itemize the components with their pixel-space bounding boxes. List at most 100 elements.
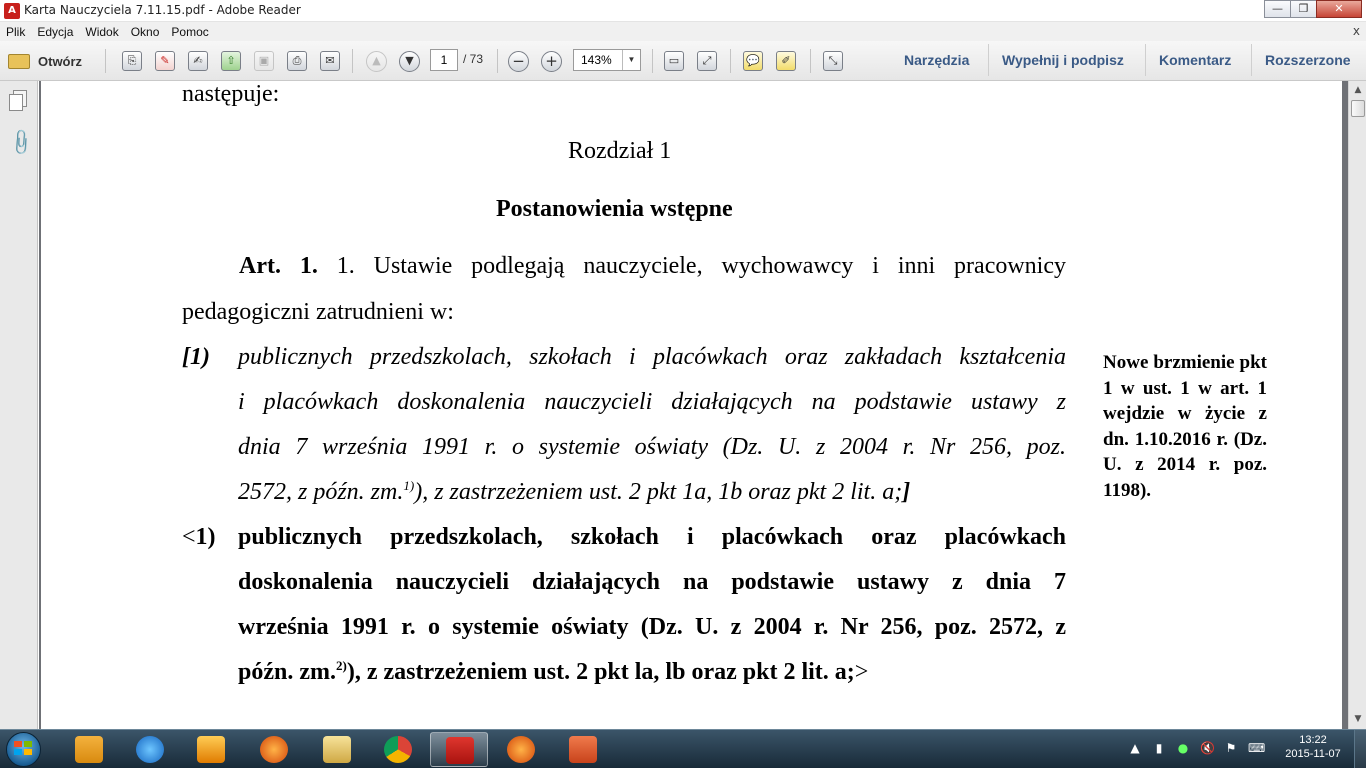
window-controls: — ❐ ✕ xyxy=(1264,0,1362,19)
powerpoint-icon xyxy=(569,736,597,763)
network-signal-icon[interactable]: ▮ xyxy=(1152,741,1166,755)
chrome-icon xyxy=(384,736,412,763)
side-note: Nowe brzmienie pkt 1 w ust. 1 w art. 1 w… xyxy=(1103,352,1267,501)
toolbar-divider xyxy=(1251,44,1252,76)
fit-page-icon[interactable]: ▭ xyxy=(664,51,684,71)
menu-item-widok[interactable]: Widok xyxy=(85,25,118,39)
print-icon[interactable]: ⎙ xyxy=(287,51,307,71)
upload-cloud-icon[interactable]: ⇧ xyxy=(221,51,241,71)
email-icon[interactable]: ✉ xyxy=(320,51,340,71)
comment-icon[interactable]: 💬 xyxy=(743,51,763,71)
text-line: następuje: xyxy=(182,81,280,107)
page-up-icon[interactable]: ▲ xyxy=(366,51,387,72)
keyboard-layout-icon[interactable]: ⌨ xyxy=(1248,741,1265,755)
file-explorer-icon xyxy=(323,736,351,763)
show-desktop-button[interactable] xyxy=(1354,730,1366,768)
comment-button[interactable]: Komentarz xyxy=(1159,52,1231,68)
highlight-icon[interactable]: ✐ xyxy=(776,51,796,71)
close-button[interactable]: ✕ xyxy=(1316,0,1362,18)
taskbar-outlook[interactable] xyxy=(60,732,118,767)
edit-pdf-icon[interactable]: ✎ xyxy=(155,51,175,71)
adobe-reader-icon xyxy=(446,737,474,764)
menu-item-pomoc[interactable]: Pomoc xyxy=(171,25,208,39)
menu-item-plik[interactable]: Plik xyxy=(6,25,25,39)
document-view[interactable]: następuje: Rozdział 1 Postanowienia wstę… xyxy=(39,81,1348,729)
open-button[interactable]: Otwórz xyxy=(8,50,82,72)
pdf-page: następuje: Rozdział 1 Postanowienia wstę… xyxy=(41,81,1342,729)
minimize-button[interactable]: — xyxy=(1264,0,1291,18)
menu-item-okno[interactable]: Okno xyxy=(131,25,160,39)
page-total: / 73 xyxy=(463,52,484,66)
fullscreen-icon[interactable]: ⤡ xyxy=(823,51,843,71)
volume-muted-icon[interactable]: 🔇 xyxy=(1200,741,1215,755)
firefox-icon-2 xyxy=(507,736,535,763)
taskbar-firefox-2[interactable] xyxy=(492,732,550,767)
chapter-title: Postanowienia wstępne xyxy=(496,196,733,222)
old-point-marker: [1) xyxy=(182,344,210,370)
folder-icon xyxy=(8,53,30,69)
toolbar-divider xyxy=(810,49,811,73)
media-player-icon xyxy=(197,736,225,763)
taskbar: ▲ ▮ ● 🔇 ⚑ ⌨ xyxy=(0,729,1366,768)
old-text-line: i placówkach doskonalenia nauczycieli dz… xyxy=(238,389,1066,415)
scrollbar-thumb[interactable] xyxy=(1351,100,1365,117)
windows-logo-icon xyxy=(14,741,33,756)
taskbar-chrome[interactable] xyxy=(369,732,427,767)
toolbar-divider xyxy=(988,44,989,76)
menu-bar: Plik Edycja Widok Okno Pomoc x xyxy=(0,22,1366,41)
outlook-icon xyxy=(75,736,103,763)
page-number-input[interactable]: 1 xyxy=(430,49,458,71)
taskbar-adobe-reader[interactable] xyxy=(430,732,488,767)
zoom-value: 143% xyxy=(581,53,612,67)
document-close-button[interactable]: x xyxy=(1353,24,1360,38)
scroll-down-icon[interactable]: ▼ xyxy=(1352,713,1364,725)
new-text-line: późn. zm.2)), z zastrzeżeniem ust. 2 pkt… xyxy=(238,658,869,685)
zoom-out-icon[interactable]: − xyxy=(508,51,529,72)
scroll-up-icon[interactable]: ▲ xyxy=(1352,84,1364,96)
vertical-scrollbar[interactable]: ▲ ▼ xyxy=(1348,81,1366,729)
taskbar-powerpoint[interactable] xyxy=(554,732,612,767)
menu-item-edycja[interactable]: Edycja xyxy=(37,25,73,39)
page-thumbnails-icon[interactable] xyxy=(9,90,29,112)
show-hidden-icons[interactable]: ▲ xyxy=(1128,741,1142,755)
new-text-line: publicznych przedszkolach, szkołach i pl… xyxy=(238,524,1066,550)
adobe-reader-app-icon[interactable]: A xyxy=(4,3,20,19)
action-center-icon[interactable]: ⚑ xyxy=(1224,741,1238,755)
fill-sign-button[interactable]: Wypełnij i podpisz xyxy=(1002,52,1124,68)
new-point-marker: <1) xyxy=(182,524,216,550)
maximize-button[interactable]: ❐ xyxy=(1290,0,1317,18)
attachments-icon[interactable]: 📎 xyxy=(6,127,37,158)
taskbar-media-player[interactable] xyxy=(182,732,240,767)
chapter-heading: Rozdział 1 xyxy=(568,138,672,164)
article-line: Art. 1. 1. Ustawie podlegają nauczyciele… xyxy=(239,253,1067,279)
toolbar-divider xyxy=(730,49,731,73)
status-icon[interactable]: ● xyxy=(1176,741,1190,755)
taskbar-internet-explorer[interactable] xyxy=(121,732,179,767)
chevron-down-icon[interactable]: ▼ xyxy=(622,50,640,70)
toolbar-divider xyxy=(497,49,498,73)
create-pdf-icon[interactable]: ⎘ xyxy=(122,51,142,71)
title-bar: A Karta Nauczyciela 7.11.15.pdf - Adobe … xyxy=(0,0,1366,22)
tools-button[interactable]: Narzędzia xyxy=(904,52,969,68)
page-down-icon[interactable]: ▼ xyxy=(399,51,420,72)
start-button[interactable] xyxy=(3,731,47,768)
clock-time: 13:22 xyxy=(1299,734,1327,746)
fit-width-icon[interactable]: ⤢ xyxy=(697,51,717,71)
zoom-in-icon[interactable]: + xyxy=(541,51,562,72)
clock-date: 2015-11-07 xyxy=(1285,748,1341,760)
open-button-label: Otwórz xyxy=(38,53,83,69)
window-title: Karta Nauczyciela 7.11.15.pdf - Adobe Re… xyxy=(24,3,301,17)
sign-icon[interactable]: ✍ xyxy=(188,51,208,71)
zoom-select[interactable]: 143% ▼ xyxy=(573,49,641,71)
article-line: pedagogiczni zatrudnieni w: xyxy=(182,299,454,325)
taskbar-file-explorer[interactable] xyxy=(308,732,366,767)
system-clock[interactable]: 13:22 2015-11-07 xyxy=(1278,733,1348,761)
save-icon[interactable]: ▣ xyxy=(254,51,274,71)
toolbar-divider xyxy=(352,49,353,73)
extended-button[interactable]: Rozszerzone xyxy=(1265,52,1351,68)
internet-explorer-icon xyxy=(136,736,164,763)
firefox-icon xyxy=(260,736,288,763)
new-text-line: września 1991 r. o systemie oświaty (Dz.… xyxy=(238,614,1066,640)
toolbar-divider xyxy=(105,49,106,73)
taskbar-firefox[interactable] xyxy=(245,732,303,767)
